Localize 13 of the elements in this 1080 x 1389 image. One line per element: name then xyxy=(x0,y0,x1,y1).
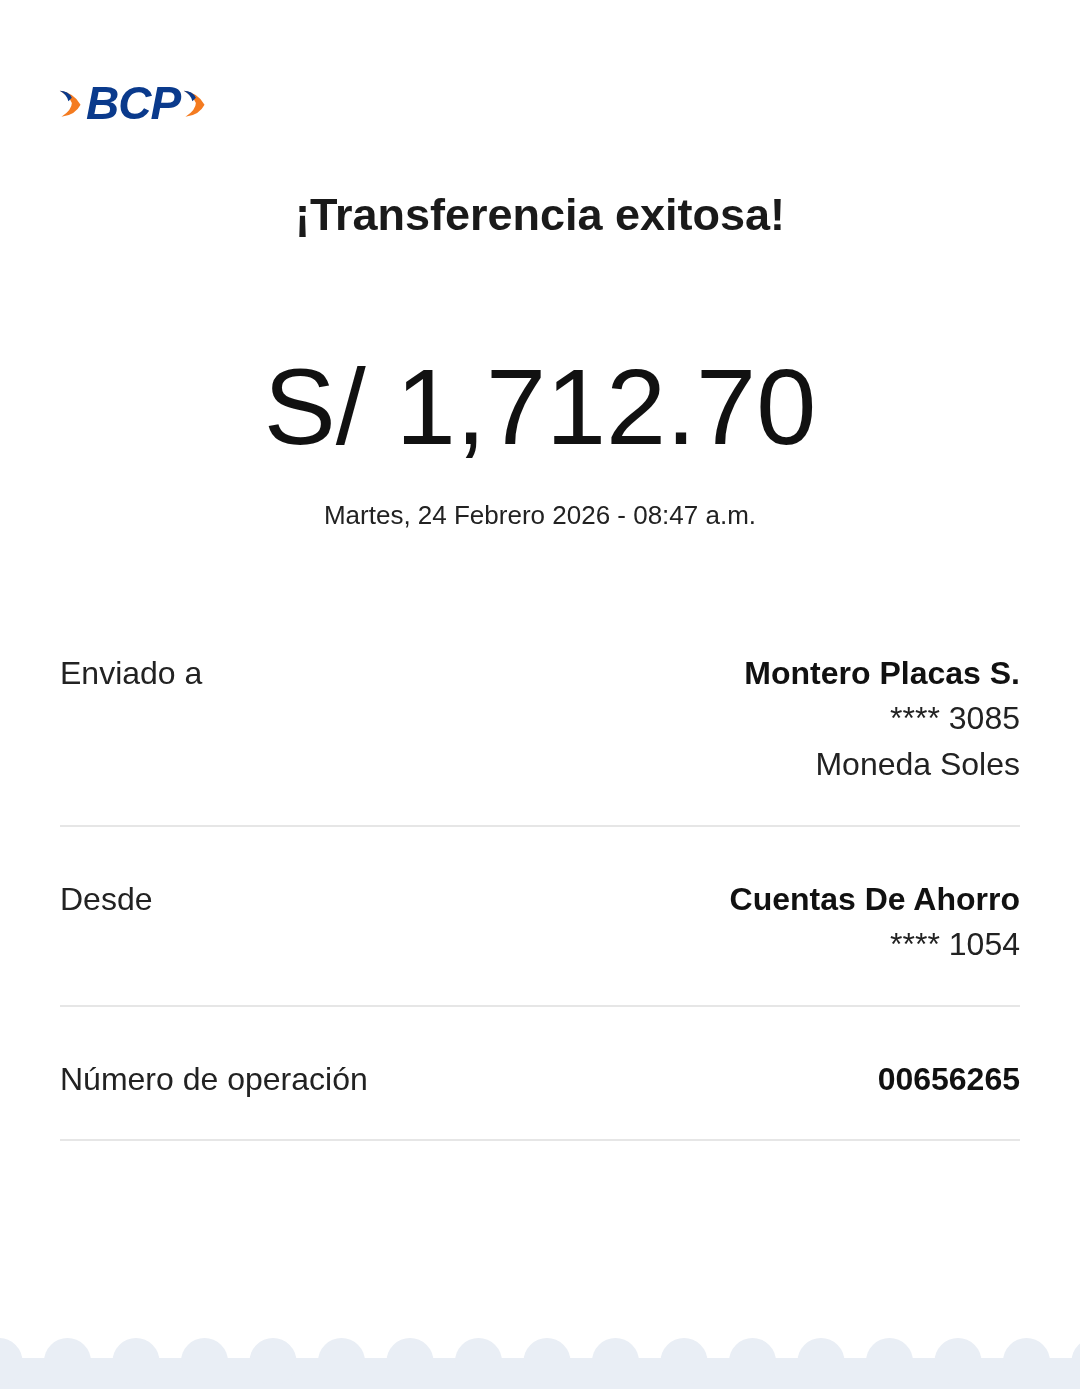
detail-line: **** 3085 xyxy=(890,699,1020,738)
detail-value: 00656265 xyxy=(877,1060,1020,1099)
detail-value: Cuentas De Ahorro xyxy=(729,880,1020,919)
detail-line: Moneda Soles xyxy=(815,745,1020,784)
detail-label: Desde xyxy=(60,880,153,919)
detail-value: Montero Placas S. xyxy=(744,654,1020,693)
detail-line: **** 1054 xyxy=(890,925,1020,964)
detail-label: Número de operación xyxy=(60,1060,368,1099)
success-title: ¡Transferencia exitosa! xyxy=(293,188,787,242)
date-time: Martes, 24 Febrero 2026 - 08:47 a.m. xyxy=(322,500,758,531)
amount: S/ 1,712.70 xyxy=(262,352,818,462)
bcp-logo: BCP xyxy=(58,80,209,126)
detail-label: Enviado a xyxy=(60,654,203,693)
